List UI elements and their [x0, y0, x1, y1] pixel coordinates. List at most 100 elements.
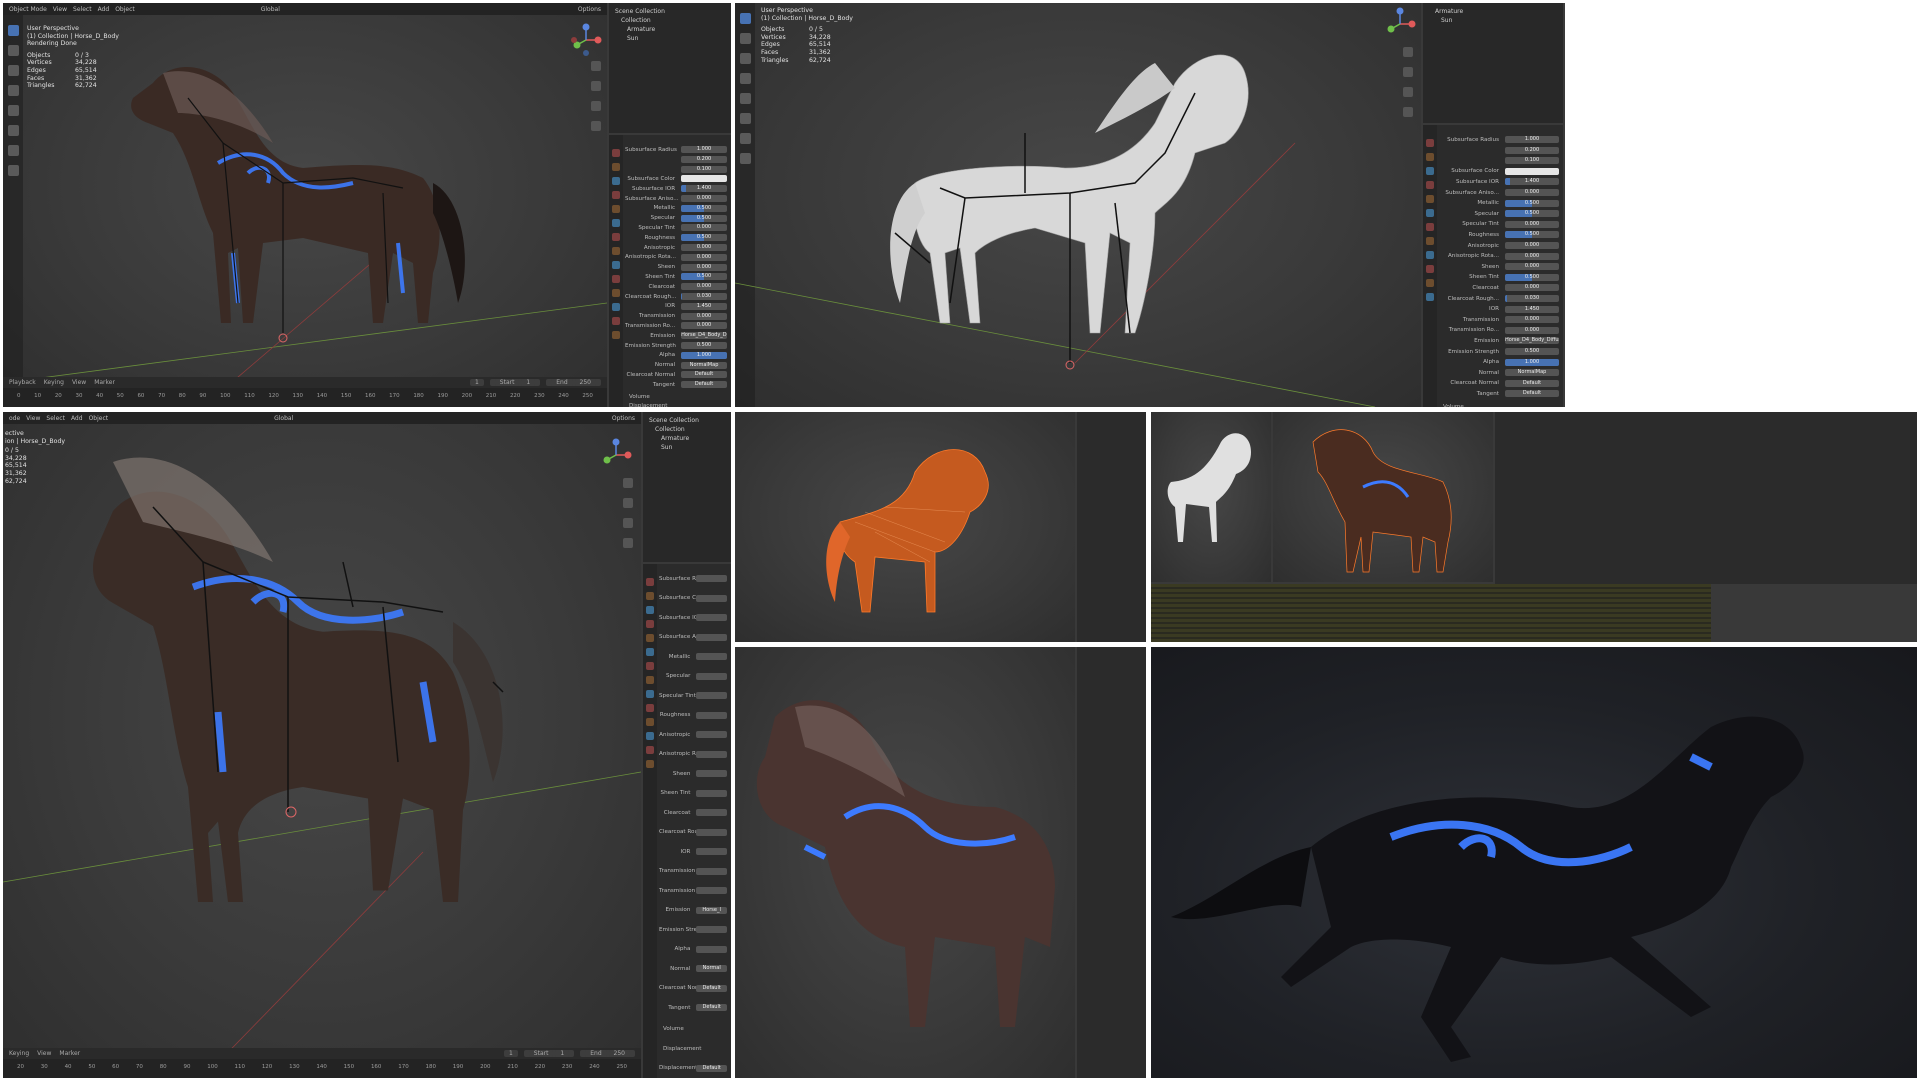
- property-field[interactable]: 0.000: [681, 195, 727, 202]
- properties-editor-mini[interactable]: [1495, 412, 1917, 584]
- particles-tab-icon[interactable]: [612, 261, 620, 269]
- world-tab-icon[interactable]: [1426, 209, 1434, 217]
- property-field[interactable]: Default: [1505, 379, 1559, 387]
- physics-tab-icon[interactable]: [612, 275, 620, 283]
- property-field[interactable]: 0.500: [681, 214, 727, 222]
- properties-editor[interactable]: Subsurface Radius 1.000 0.200 0.100 Subsurfa…: [1423, 125, 1563, 407]
- end-frame-field[interactable]: End 250: [546, 379, 601, 386]
- material-tab-icon[interactable]: [612, 317, 620, 325]
- property-field[interactable]: NormalMap: [1505, 369, 1559, 377]
- outliner[interactable]: Scene Collection Collection Armature Sun: [643, 412, 731, 562]
- property-field[interactable]: 0.000: [1505, 242, 1559, 249]
- scene-tab-icon[interactable]: [646, 634, 654, 642]
- property-field[interactable]: 0.000: [1505, 326, 1559, 334]
- scene-tab-icon[interactable]: [612, 205, 620, 213]
- property-field[interactable]: 0.030: [681, 293, 727, 300]
- viewport-3d-closeup[interactable]: [735, 647, 1075, 1078]
- start-frame-field[interactable]: Start 1: [523, 1050, 575, 1057]
- constraints-tab-icon[interactable]: [1426, 279, 1434, 287]
- particles-tab-icon[interactable]: [1426, 251, 1434, 259]
- property-field[interactable]: 1.000: [1505, 136, 1559, 143]
- property-field[interactable]: [696, 672, 727, 680]
- dope-sheet-editor[interactable]: [1151, 584, 1711, 642]
- property-field[interactable]: [696, 594, 727, 602]
- property-field[interactable]: Normal: [696, 965, 727, 972]
- property-field[interactable]: Default: [696, 1064, 727, 1072]
- property-field[interactable]: Horse_I: [696, 906, 727, 914]
- tool-tab-icon[interactable]: [612, 149, 620, 157]
- property-field[interactable]: 0.500: [681, 204, 727, 212]
- outliner-item-sun[interactable]: Sun: [615, 34, 725, 43]
- timeline-ruler[interactable]: 0 10 20 30 40 50 60 70 80 90 100 110 120 130 140 150 160…: [3, 393, 607, 403]
- property-field[interactable]: Default: [681, 381, 727, 389]
- material-tab-icon[interactable]: [1426, 293, 1434, 301]
- panel-section-header[interactable]: Displacement: [625, 402, 727, 407]
- panel-section-header[interactable]: Displacement: [659, 1044, 727, 1053]
- property-field[interactable]: 0.200: [1505, 146, 1559, 154]
- property-field[interactable]: [696, 750, 727, 758]
- property-field[interactable]: Horse_D4_Body_Diffuse: [1505, 337, 1559, 345]
- property-field[interactable]: [696, 926, 727, 933]
- texture-tab-icon[interactable]: [612, 331, 620, 339]
- property-field[interactable]: 1.000: [681, 146, 727, 153]
- constraints-tab-icon[interactable]: [646, 718, 654, 726]
- property-field[interactable]: 0.000: [681, 312, 727, 320]
- modifier-tab-icon[interactable]: [612, 247, 620, 255]
- property-field[interactable]: 0.100: [681, 165, 727, 173]
- property-field[interactable]: 0.000: [681, 283, 727, 291]
- property-field[interactable]: [696, 731, 727, 738]
- property-field[interactable]: 1.000: [681, 351, 727, 359]
- property-field[interactable]: 0.000: [1505, 189, 1559, 196]
- output-tab-icon[interactable]: [646, 606, 654, 614]
- outliner-item-collection[interactable]: Collection: [615, 16, 725, 25]
- horse-model-render[interactable]: [3, 3, 607, 407]
- property-field[interactable]: 1.400: [1505, 178, 1559, 186]
- property-field[interactable]: [696, 887, 727, 894]
- outliner-item-armature[interactable]: Armature: [615, 25, 725, 34]
- panel-section-header[interactable]: Volume: [1439, 402, 1559, 408]
- panel-section-header[interactable]: Volume: [625, 392, 727, 401]
- property-field[interactable]: [696, 653, 727, 660]
- property-field[interactable]: [696, 867, 727, 875]
- timeline-menu-view[interactable]: View: [37, 1050, 51, 1057]
- property-field[interactable]: [696, 614, 727, 621]
- outliner-item-armature[interactable]: Armature: [649, 434, 725, 443]
- property-field[interactable]: Default: [696, 1004, 727, 1011]
- render-tab-icon[interactable]: [612, 163, 620, 171]
- property-field[interactable]: [696, 711, 727, 719]
- property-field[interactable]: 0.000: [681, 244, 727, 251]
- property-field[interactable]: [696, 809, 727, 816]
- property-field[interactable]: 0.000: [1505, 220, 1559, 228]
- property-field[interactable]: [696, 828, 727, 836]
- object-tab-icon[interactable]: [612, 233, 620, 241]
- property-field[interactable]: 0.500: [1505, 231, 1559, 239]
- property-field[interactable]: [696, 633, 727, 641]
- viewport-3d[interactable]: Object Mode View Select Add Object Global Opti…: [3, 3, 607, 407]
- viewport-3d[interactable]: ode View Select Add Object Global Options ecti…: [3, 412, 641, 1078]
- property-field[interactable]: 1.400: [681, 185, 727, 193]
- timeline[interactable]: Playback Keying View Marker 1 Start 1 End 250 …: [3, 377, 607, 407]
- outliner-item-collection[interactable]: Collection: [649, 425, 725, 434]
- output-tab-icon[interactable]: [612, 177, 620, 185]
- end-frame-field[interactable]: End 250: [580, 1050, 635, 1057]
- horse-model-render[interactable]: [3, 412, 641, 1078]
- physics-tab-icon[interactable]: [646, 704, 654, 712]
- render-tab-icon[interactable]: [646, 592, 654, 600]
- outliner-item-armature[interactable]: Armature: [1429, 7, 1557, 16]
- view-layer-tab-icon[interactable]: [1426, 181, 1434, 189]
- property-field[interactable]: NormalMap: [681, 361, 727, 369]
- physics-tab-icon[interactable]: [1426, 265, 1434, 273]
- property-field[interactable]: Horse_D4_Body_Diffuse: [681, 332, 727, 340]
- timeline-menu-keying[interactable]: Keying: [9, 1050, 29, 1057]
- property-field[interactable]: [696, 789, 727, 797]
- tool-tab-icon[interactable]: [646, 578, 654, 586]
- property-field[interactable]: Default: [696, 984, 727, 992]
- texture-tab-icon[interactable]: [646, 760, 654, 768]
- view-layer-tab-icon[interactable]: [612, 191, 620, 199]
- timeline-menu-playback[interactable]: Playback: [9, 379, 36, 386]
- property-field[interactable]: [696, 848, 727, 855]
- panel-section-header[interactable]: Volume: [659, 1025, 727, 1034]
- property-field[interactable]: 0.500: [1505, 210, 1559, 218]
- object-tab-icon[interactable]: [1426, 223, 1434, 231]
- viewport-3d-clay-small[interactable]: [1151, 412, 1271, 582]
